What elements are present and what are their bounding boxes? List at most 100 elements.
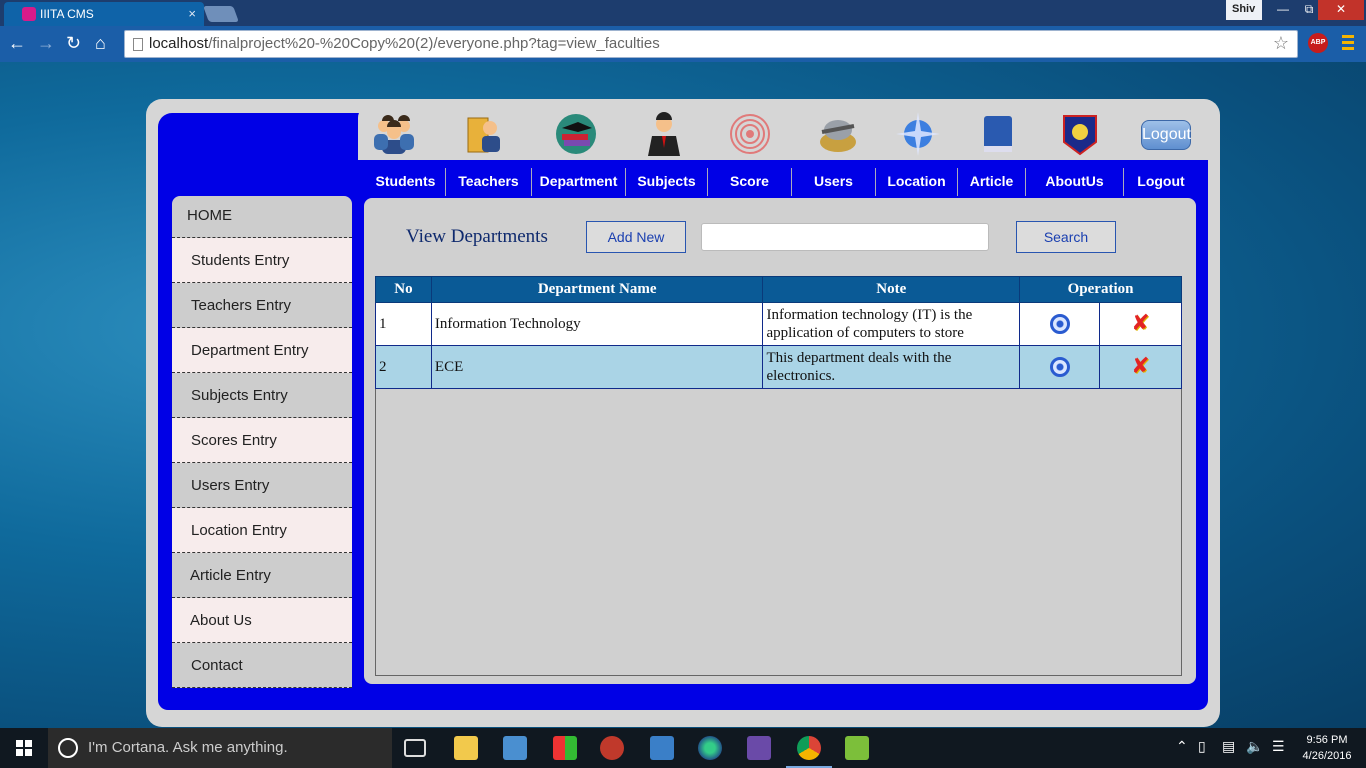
- store-icon[interactable]: [553, 736, 577, 760]
- profile-button[interactable]: Shiv: [1226, 0, 1262, 20]
- back-icon[interactable]: ←: [8, 34, 26, 52]
- logout-image-button[interactable]: Logout: [1141, 120, 1191, 150]
- browser-tab[interactable]: IIITA CMS ×: [4, 2, 204, 26]
- article-icon[interactable]: [976, 112, 1020, 156]
- clock-date: 4/26/2016: [1302, 750, 1352, 762]
- subjects-icon[interactable]: [642, 112, 686, 156]
- sidebar-item-department-entry[interactable]: Department Entry: [172, 328, 352, 373]
- reload-icon[interactable]: ↻: [66, 34, 81, 52]
- sidebar-item-location-entry[interactable]: Location Entry: [172, 508, 352, 553]
- tab-title: IIITA CMS: [40, 7, 94, 21]
- edit-cell: [1019, 345, 1101, 389]
- nav-location[interactable]: Location: [876, 168, 958, 196]
- cell-note: This department deals with the electroni…: [762, 345, 1021, 389]
- score-icon[interactable]: [728, 112, 772, 156]
- nav-aboutus[interactable]: AboutUs: [1026, 168, 1124, 196]
- battery-icon[interactable]: ▯: [1198, 738, 1206, 755]
- sidebar-item-contact[interactable]: Contact: [172, 643, 352, 688]
- forward-icon[interactable]: →: [37, 34, 55, 52]
- nav-subjects[interactable]: Subjects: [626, 168, 708, 196]
- browser-toolbar: ← → ↻ ⌂ localhost/finalproject%20-%20Cop…: [0, 26, 1366, 62]
- chrome-icon[interactable]: [797, 736, 821, 760]
- main-nav: Students Teachers Department Subjects Sc…: [366, 168, 1198, 196]
- control-panel-icon[interactable]: [650, 736, 674, 760]
- taskbar-clock[interactable]: 9:56 PM 4/26/2016: [1296, 732, 1358, 764]
- new-tab-button[interactable]: [203, 6, 239, 22]
- table-row: 1 Information Technology Information tec…: [375, 302, 1182, 346]
- window-close-icon[interactable]: ✕: [1318, 0, 1364, 20]
- department-icon[interactable]: [554, 112, 598, 156]
- taskbar: I'm Cortana. Ask me anything. ⌃ ▯ ▤ 🔈 ☰ …: [0, 728, 1366, 768]
- browser-menu-icon[interactable]: [1342, 35, 1354, 53]
- notepad-plus-icon[interactable]: [845, 736, 869, 760]
- url-path: /finalproject%20-%20Copy%20(2)/everyone.…: [208, 35, 660, 52]
- edit-cell: [1019, 302, 1101, 346]
- delete-icon[interactable]: ✘: [1103, 313, 1178, 335]
- departments-table: No Department Name Note Operation 1 Info…: [375, 276, 1182, 389]
- cell-no: 1: [375, 302, 432, 346]
- cortana-icon: [58, 738, 78, 758]
- cell-department-name: Information Technology: [430, 302, 764, 346]
- favicon-icon: [22, 7, 36, 21]
- page-icon: [133, 38, 143, 51]
- location-icon[interactable]: [896, 112, 940, 156]
- nav-teachers[interactable]: Teachers: [446, 168, 532, 196]
- media-app-icon[interactable]: [503, 736, 527, 760]
- users-icon[interactable]: [816, 112, 860, 156]
- students-icon[interactable]: [372, 112, 416, 156]
- header-department-name: Department Name: [430, 276, 764, 303]
- sidebar-item-home[interactable]: HOME: [172, 196, 352, 238]
- url-host: localhost: [149, 35, 209, 52]
- postman-icon[interactable]: [600, 736, 624, 760]
- adblock-icon[interactable]: ABP: [1308, 33, 1328, 53]
- sidebar-item-subjects-entry[interactable]: Subjects Entry: [172, 373, 352, 418]
- tab-close-icon[interactable]: ×: [188, 6, 196, 21]
- bookmark-star-icon[interactable]: ☆: [1273, 33, 1289, 54]
- header-no: No: [375, 276, 432, 303]
- page-title: View Departments: [406, 226, 548, 247]
- sidebar-item-scores-entry[interactable]: Scores Entry: [172, 418, 352, 463]
- home-icon[interactable]: ⌂: [95, 34, 106, 52]
- search-input[interactable]: [701, 223, 989, 251]
- aboutus-icon[interactable]: [1058, 112, 1102, 156]
- tray-overflow-icon[interactable]: ⌃: [1176, 738, 1188, 755]
- cortana-placeholder: I'm Cortana. Ask me anything.: [88, 739, 288, 756]
- cortana-search-box[interactable]: I'm Cortana. Ask me anything.: [48, 728, 392, 768]
- address-bar[interactable]: localhost/finalproject%20-%20Copy%20(2)/…: [124, 30, 1298, 58]
- delete-icon[interactable]: ✘: [1103, 356, 1178, 378]
- notifications-icon[interactable]: ☰: [1272, 738, 1285, 755]
- volume-icon[interactable]: 🔈: [1246, 738, 1263, 755]
- sidebar: HOME Students Entry Teachers Entry Depar…: [172, 196, 352, 688]
- table-row: 2 ECE This department deals with the ele…: [375, 345, 1182, 389]
- windows-start-icon[interactable]: [16, 740, 32, 756]
- nav-article[interactable]: Article: [958, 168, 1026, 196]
- nav-students[interactable]: Students: [366, 168, 446, 196]
- edit-icon[interactable]: [1049, 357, 1070, 377]
- nav-score[interactable]: Score: [708, 168, 792, 196]
- visual-studio-icon[interactable]: [747, 736, 771, 760]
- table-header-row: No Department Name Note Operation: [375, 276, 1182, 303]
- sidebar-item-article-entry[interactable]: Article Entry: [172, 553, 352, 598]
- header-operation: Operation: [1019, 276, 1182, 303]
- delete-cell: ✘: [1099, 345, 1182, 389]
- minimize-icon[interactable]: —: [1270, 0, 1296, 20]
- delete-cell: ✘: [1099, 302, 1182, 346]
- header-note: Note: [762, 276, 1021, 303]
- sidebar-item-teachers-entry[interactable]: Teachers Entry: [172, 283, 352, 328]
- edit-icon[interactable]: [1049, 314, 1070, 334]
- sidebar-item-about-us[interactable]: About Us: [172, 598, 352, 643]
- cell-note: Information technology (IT) is the appli…: [762, 302, 1021, 346]
- network-app-icon[interactable]: [698, 736, 722, 760]
- sidebar-item-users-entry[interactable]: Users Entry: [172, 463, 352, 508]
- sidebar-item-students-entry[interactable]: Students Entry: [172, 238, 352, 283]
- add-new-button[interactable]: Add New: [586, 221, 686, 253]
- teachers-icon[interactable]: [464, 112, 508, 156]
- cell-no: 2: [375, 345, 432, 389]
- nav-department[interactable]: Department: [532, 168, 626, 196]
- search-button[interactable]: Search: [1016, 221, 1116, 253]
- nav-logout[interactable]: Logout: [1124, 168, 1198, 196]
- file-explorer-icon[interactable]: [454, 736, 478, 760]
- nav-users[interactable]: Users: [792, 168, 876, 196]
- network-icon[interactable]: ▤: [1222, 738, 1235, 755]
- task-view-icon[interactable]: [404, 739, 426, 757]
